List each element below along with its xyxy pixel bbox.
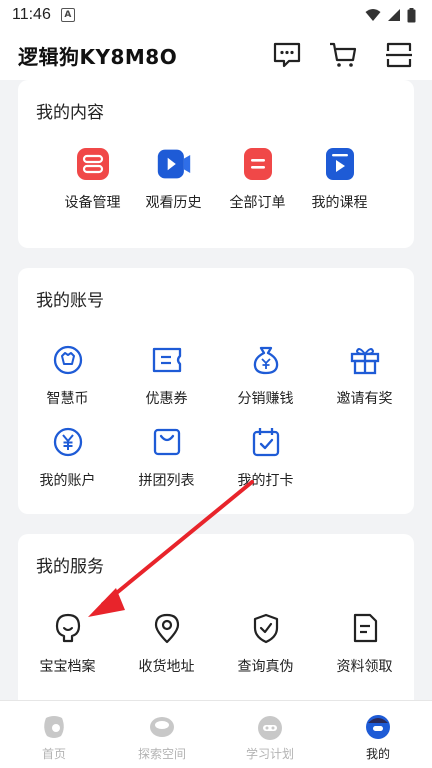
shield-check-icon (248, 610, 284, 646)
verify-authenticity-label: 查询真伪 (237, 659, 294, 675)
materials-claim-label: 资料领取 (336, 659, 393, 675)
my-account-card: 我的账号 智慧币 优惠券 分销赚钱 邀请有奖 我的账户 拼团列表 我的打卡 (18, 268, 414, 514)
wifi-icon (365, 9, 381, 21)
my-checkin-item[interactable]: 我的打卡 (216, 424, 315, 490)
tab-profile[interactable]: 我的 (324, 701, 432, 768)
shipping-address-item[interactable]: 收货地址 (117, 610, 216, 676)
content-area[interactable]: 我的内容 设备管理 观看历史 全部订单 我的课程 我的账号 智慧币 优惠券 分销… (0, 80, 432, 700)
scan-icon (386, 42, 412, 68)
cart-button[interactable] (328, 40, 358, 70)
invite-reward-item[interactable]: 邀请有奖 (315, 342, 414, 408)
notification-badge-icon: A (60, 8, 75, 22)
distribution-earn-item[interactable]: 分销赚钱 (216, 342, 315, 408)
explore-icon (148, 713, 176, 741)
tab-profile-label: 我的 (365, 747, 390, 761)
my-checkin-label: 我的打卡 (237, 473, 294, 489)
group-buy-list-item[interactable]: 拼团列表 (117, 424, 216, 490)
bottom-tab-bar: 首页 探索空间 学习计划 我的 (0, 700, 432, 768)
profile-icon (364, 713, 392, 741)
top-header: 逻辑狗KY8M8O (0, 30, 432, 80)
battery-icon (407, 7, 416, 22)
my-account-wallet-item[interactable]: 我的账户 (18, 424, 117, 490)
my-account-wallet-label: 我的账户 (39, 473, 96, 489)
course-icon (322, 146, 358, 182)
home-icon (40, 713, 68, 741)
group-buy-list-label: 拼团列表 (138, 473, 195, 489)
wisdom-coin-label: 智慧币 (46, 391, 89, 407)
tab-home[interactable]: 首页 (0, 701, 108, 768)
tab-study-plan-label: 学习计划 (245, 747, 294, 761)
message-button[interactable] (272, 40, 302, 70)
cart-icon (330, 42, 357, 67)
my-services-title: 我的服务 (36, 557, 104, 577)
device-icon (75, 146, 111, 182)
coupon-item[interactable]: 优惠券 (117, 342, 216, 408)
my-content-card: 我的内容 设备管理 观看历史 全部订单 我的课程 (18, 80, 414, 248)
bag-icon (149, 424, 185, 460)
coin-icon (50, 342, 86, 378)
tab-explore[interactable]: 探索空间 (108, 701, 216, 768)
message-icon (273, 42, 301, 68)
my-content-title: 我的内容 (36, 103, 104, 123)
order-icon (240, 146, 276, 182)
tab-explore-label: 探索空间 (137, 747, 186, 761)
plan-icon (256, 713, 284, 741)
watch-history-label: 观看历史 (145, 195, 202, 211)
shipping-address-label: 收货地址 (138, 659, 195, 675)
location-icon (149, 610, 185, 646)
materials-claim-item[interactable]: 资料领取 (315, 610, 414, 676)
coupon-icon (149, 342, 185, 378)
calendar-check-icon (248, 424, 284, 460)
baby-profile-label: 宝宝档案 (39, 659, 96, 675)
status-bar: 11:46 A (0, 0, 432, 30)
my-courses-label: 我的课程 (311, 195, 368, 211)
my-courses-item[interactable]: 我的课程 (290, 146, 389, 212)
scan-button[interactable] (384, 40, 414, 70)
status-icons (365, 7, 416, 23)
video-icon (156, 146, 192, 182)
page-title: 逻辑狗KY8M8O (18, 44, 178, 69)
all-orders-label: 全部订单 (229, 195, 286, 211)
distribution-earn-label: 分销赚钱 (237, 391, 294, 407)
document-icon (347, 610, 383, 646)
invite-reward-label: 邀请有奖 (336, 391, 393, 407)
yen-icon (50, 424, 86, 460)
coupon-label: 优惠券 (145, 391, 188, 407)
verify-authenticity-item[interactable]: 查询真伪 (216, 610, 315, 676)
my-account-title: 我的账号 (36, 291, 104, 311)
wisdom-coin-item[interactable]: 智慧币 (18, 342, 117, 408)
baby-icon (50, 610, 86, 646)
baby-profile-item[interactable]: 宝宝档案 (18, 610, 117, 676)
signal-icon (388, 9, 400, 21)
status-time: 11:46 (12, 6, 51, 23)
tab-study-plan[interactable]: 学习计划 (216, 701, 324, 768)
gift-icon (347, 342, 383, 378)
my-services-card: 我的服务 宝宝档案 收货地址 查询真伪 资料领取 (18, 534, 414, 700)
tab-home-label: 首页 (41, 747, 66, 761)
money-bag-icon (248, 342, 284, 378)
device-management-label: 设备管理 (64, 195, 121, 211)
